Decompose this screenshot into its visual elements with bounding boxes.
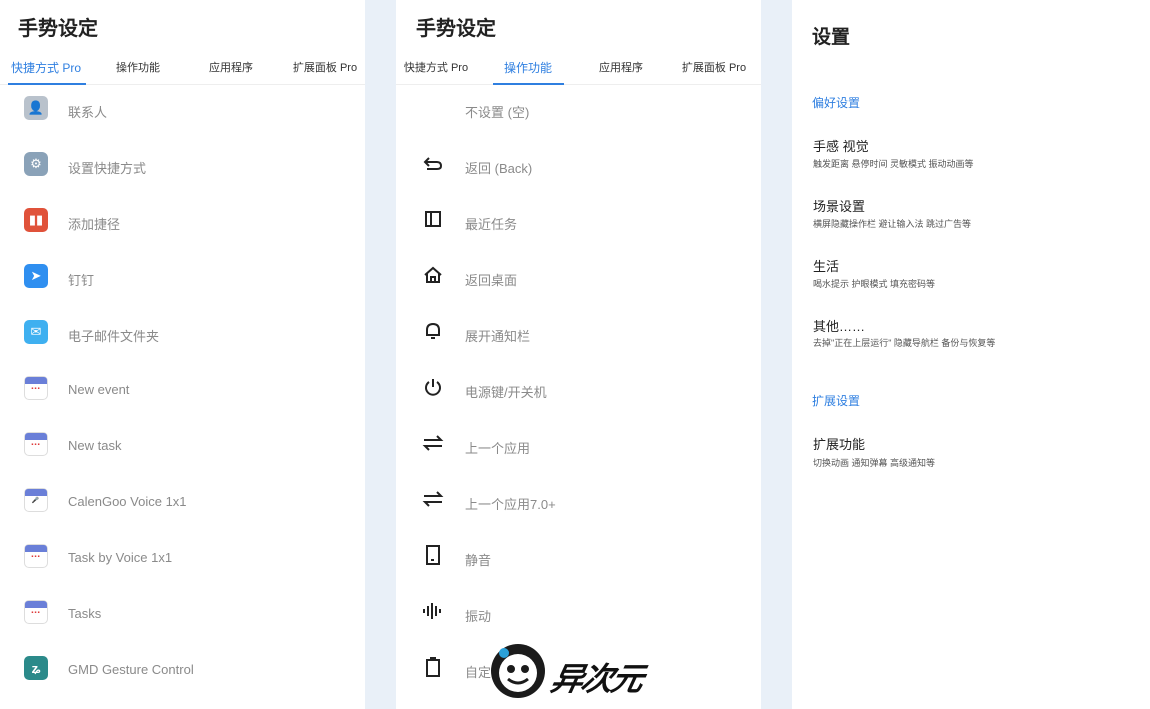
switch-app-icon (422, 488, 444, 510)
settings-item-title: 其他…… (813, 319, 866, 334)
recent-tasks-icon (422, 208, 444, 230)
list-item-label: Task by Voice 1x1 (68, 550, 173, 565)
list-item[interactable]: ➤ 钉钉 (0, 250, 365, 306)
list-item[interactable]: 👤 联系人 (0, 82, 365, 138)
list-item-label: 返回桌面 (465, 273, 518, 288)
page-title: 设置 (812, 27, 851, 48)
list-item[interactable]: 电源键/开关机 (396, 362, 761, 418)
switch-app-icon (422, 432, 444, 454)
list-item[interactable]: 最近任务 (396, 194, 761, 250)
mail-icon: ✉ (24, 320, 48, 344)
list-item-label: 振动 (465, 609, 492, 624)
tab-apps[interactable]: 应用程序 (209, 59, 253, 75)
section-header-extensions: 扩展设置 (812, 394, 861, 408)
calendar-mic-icon: 🎤 (24, 488, 48, 512)
settings-item-subtitle: 切换动画 通知弹幕 高级通知等 (813, 458, 936, 468)
calendar-icon: ▪▪▪ (24, 376, 48, 400)
watermark-text: 异次元 (547, 661, 646, 697)
list-item-label: 联系人 (68, 105, 108, 120)
list-item-label: New event (68, 382, 130, 397)
tab-actions[interactable]: 操作功能 (504, 59, 552, 76)
list-item[interactable]: 返回桌面 (396, 250, 761, 306)
list-item[interactable]: ⚙ 设置快捷方式 (0, 138, 365, 194)
tab-extension-panel-pro[interactable]: 扩展面板 Pro (293, 59, 357, 75)
calendar-icon: ▪▪▪ (24, 600, 48, 624)
bell-icon (422, 320, 444, 342)
gesture-icon: ʑ (24, 656, 48, 680)
power-icon (422, 376, 444, 398)
list-item-label: 上一个应用7.0+ (465, 497, 556, 512)
list-item-label: 添加捷径 (68, 217, 121, 232)
list-item[interactable]: 不设置 (空) (396, 82, 761, 138)
list-item[interactable]: ▪▪▪ Tasks (0, 586, 365, 642)
calendar-icon: ▪▪▪ (24, 432, 48, 456)
tab-bar: 快捷方式 Pro 操作功能 应用程序 扩展面板 Pro (0, 54, 365, 85)
list-item[interactable]: ▪▪▪ New task (0, 418, 365, 474)
vibrate-icon (422, 600, 444, 622)
tab-bar: 快捷方式 Pro 操作功能 应用程序 扩展面板 Pro (396, 54, 761, 85)
list-item[interactable]: 振动 (396, 586, 761, 642)
phone-silent-icon (422, 544, 444, 566)
settings-item-title: 手感 视觉 (813, 139, 869, 154)
list-item-label: 返回 (Back) (465, 161, 533, 176)
list-item-label: 钉钉 (68, 273, 95, 288)
list-item[interactable]: ✉ 电子邮件文件夹 (0, 306, 365, 362)
section-header-preferences: 偏好设置 (812, 96, 861, 110)
shortcuts-panel: 手势设定 快捷方式 Pro 操作功能 应用程序 扩展面板 Pro 👤 联系人 ⚙… (0, 0, 365, 709)
watermark-logo-icon (490, 643, 546, 699)
list-item[interactable]: 🎤 CalenGoo Voice 1x1 (0, 474, 365, 530)
battery-icon (422, 656, 444, 678)
settings-item-title: 场景设置 (813, 199, 866, 214)
list-item-label: Tasks (68, 606, 102, 621)
settings-panel: 设置 偏好设置 手感 视觉 触发距离 悬停时间 灵敏模式 振动动画等 场景设置 … (792, 0, 1150, 709)
list-item[interactable]: 返回 (Back) (396, 138, 761, 194)
list-item-label: 上一个应用 (465, 441, 531, 456)
dingtalk-icon: ➤ (24, 264, 48, 288)
tab-shortcuts-pro[interactable]: 快捷方式 Pro (11, 59, 81, 76)
list-item[interactable]: 上一个应用 (396, 418, 761, 474)
list-item-label: 电源键/开关机 (465, 385, 547, 400)
list-item-label: 展开通知栏 (465, 329, 531, 344)
list-item-label: GMD Gesture Control (68, 662, 194, 677)
list-item[interactable]: ʑ GMD Gesture Control (0, 642, 365, 698)
list-item-label: 电子邮件文件夹 (68, 329, 160, 344)
settings-gear-icon: ⚙ (24, 152, 48, 176)
settings-item-subtitle: 横屏隐藏操作栏 避让输入法 跳过广告等 (813, 219, 972, 229)
list-item[interactable]: ▪▪▪ New event (0, 362, 365, 418)
list-item[interactable]: ▮▮ 添加捷径 (0, 194, 365, 250)
list-item-label: 自定 (465, 665, 492, 680)
list-item-label: 静音 (465, 553, 492, 568)
home-icon (422, 264, 444, 286)
list-item-label: New task (68, 438, 122, 453)
tab-actions[interactable]: 操作功能 (116, 59, 160, 75)
back-icon (422, 152, 444, 174)
list-item[interactable]: 静音 (396, 530, 761, 586)
calendar-icon: ▪▪▪ (24, 544, 48, 568)
settings-item-title: 扩展功能 (813, 437, 866, 452)
settings-item-subtitle: 去掉"正在上层运行" 隐藏导航栏 备份与恢复等 (813, 338, 996, 348)
list-item-label: 最近任务 (465, 217, 518, 232)
settings-item-subtitle: 触发距离 悬停时间 灵敏模式 振动动画等 (813, 159, 974, 169)
list-item-label: CalenGoo Voice 1x1 (68, 494, 187, 509)
list-item[interactable]: 上一个应用7.0+ (396, 474, 761, 530)
page-title: 手势设定 (416, 18, 496, 40)
settings-item-subtitle: 喝水提示 护眼模式 填充密码等 (813, 279, 936, 289)
list-item[interactable]: 展开通知栏 (396, 306, 761, 362)
list-item-label: 不设置 (空) (465, 105, 530, 120)
shortcut-icon: ▮▮ (24, 208, 48, 232)
actions-panel: 手势设定 快捷方式 Pro 操作功能 应用程序 扩展面板 Pro 不设置 (空)… (396, 0, 761, 709)
settings-item-title: 生活 (813, 259, 840, 274)
list-item-label: 设置快捷方式 (68, 161, 147, 176)
tab-apps[interactable]: 应用程序 (599, 59, 643, 75)
contact-icon: 👤 (24, 96, 48, 120)
list-item[interactable]: ▪▪▪ Task by Voice 1x1 (0, 530, 365, 586)
tab-shortcuts-pro[interactable]: 快捷方式 Pro (404, 59, 468, 75)
page-title: 手势设定 (18, 18, 98, 40)
tab-extension-panel-pro[interactable]: 扩展面板 Pro (682, 59, 746, 75)
